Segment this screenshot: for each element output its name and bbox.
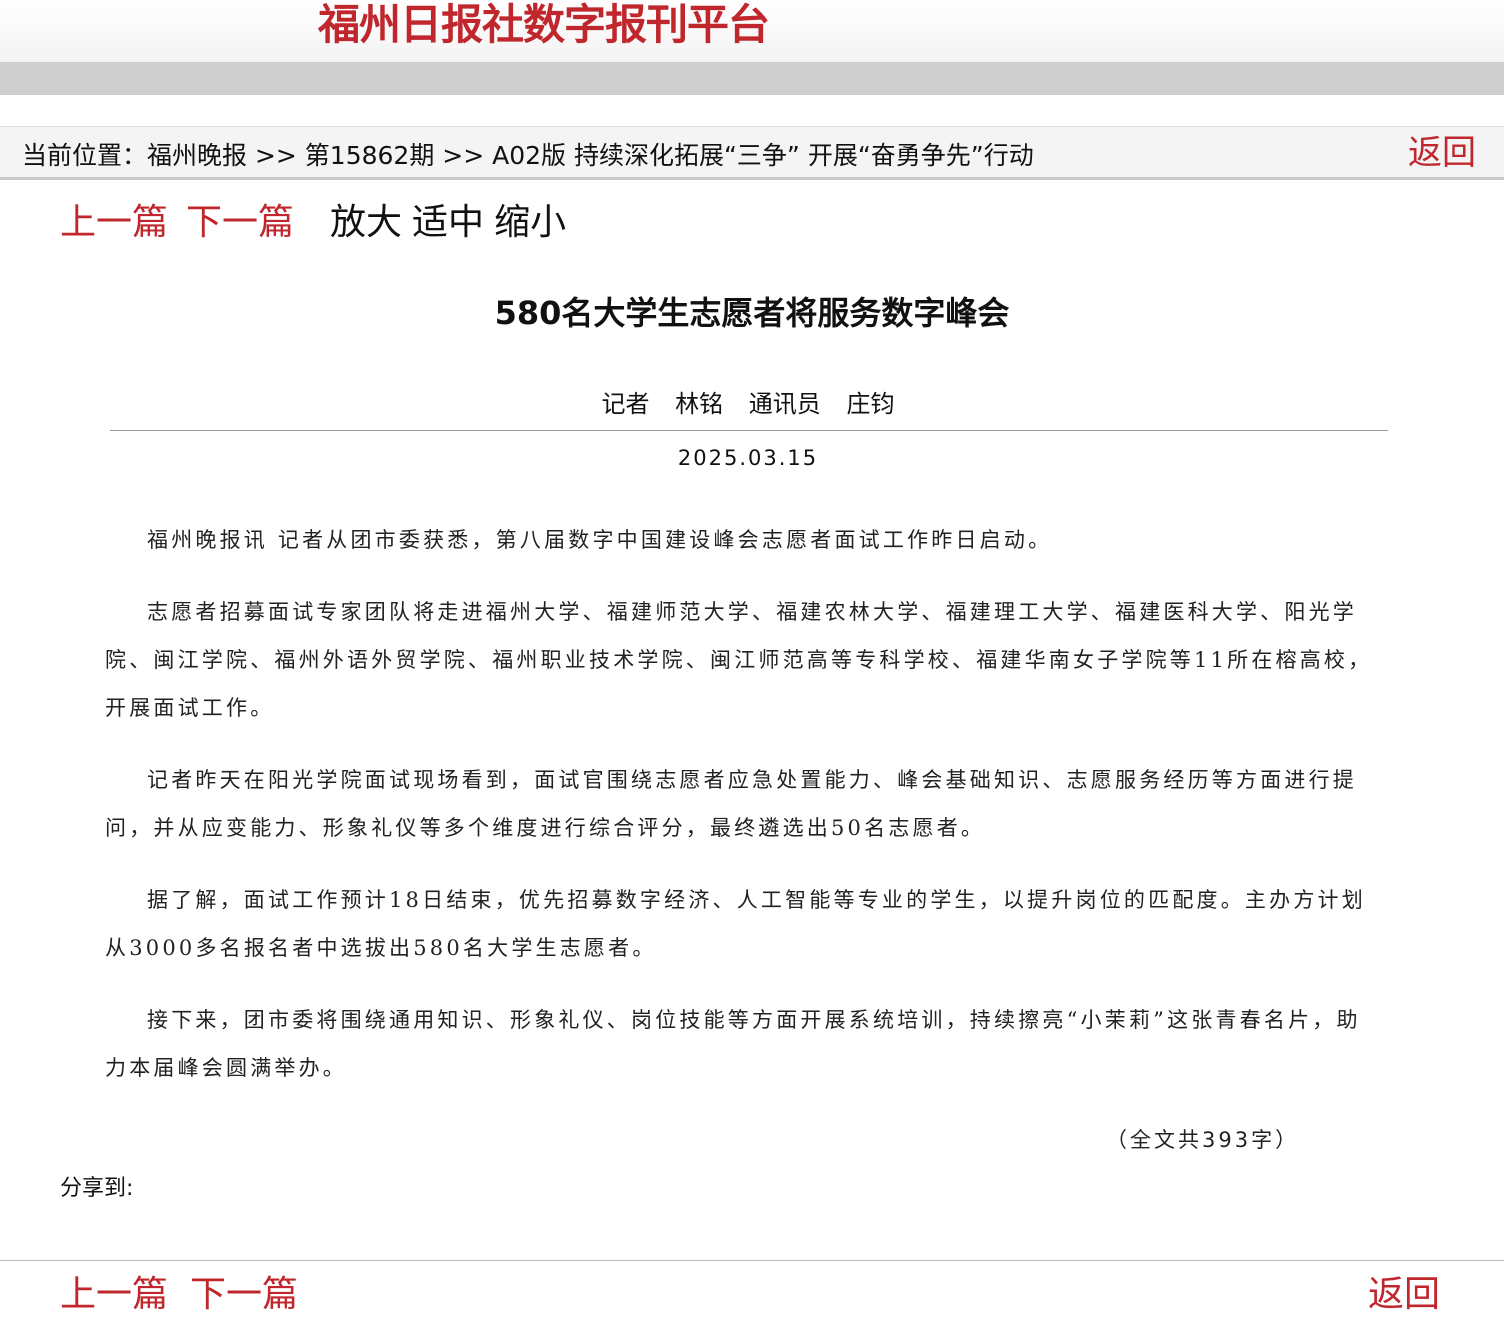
article-paragraph: 据了解，面试工作预计18日结束，优先招募数字经济、人工智能等专业的学生，以提升岗…: [105, 888, 1366, 960]
title-divider: [110, 430, 1388, 431]
site-logo[interactable]: 福州日报社数字报刊平台: [318, 0, 770, 50]
header-band: [0, 62, 1504, 95]
breadcrumb[interactable]: 当前位置：福州晚报 >> 第15862期 >> A02版 持续深化拓展“三争” …: [22, 139, 1034, 173]
prev-article-link[interactable]: 上一篇: [60, 202, 168, 243]
breadcrumb-bar: 当前位置：福州晚报 >> 第15862期 >> A02版 持续深化拓展“三争” …: [0, 126, 1504, 180]
footer-divider: [0, 1260, 1504, 1261]
article-byline: 记者 林铭 通讯员 庄钧: [601, 390, 895, 418]
article-paragraph: 福州晚报讯 记者从团市委获悉，第八届数字中国建设峰会志愿者面试工作昨日启动。: [147, 528, 1053, 552]
zoom-fit-link[interactable]: 适中: [412, 202, 484, 243]
article-paragraph: 记者昨天在阳光学院面试现场看到，面试官围绕志愿者应急处置能力、峰会基础知识、志愿…: [105, 768, 1357, 840]
back-link[interactable]: 返回: [1408, 133, 1476, 173]
site-header: 福州日报社数字报刊平台: [0, 0, 1504, 62]
article-date: 2025.03.15: [677, 446, 819, 470]
footer-next-article-link[interactable]: 下一篇: [190, 1274, 298, 1315]
next-article-link[interactable]: 下一篇: [186, 202, 294, 243]
share-label: 分享到:: [60, 1176, 134, 1201]
article-paragraph: 志愿者招募面试专家团队将走进福州大学、福建师范大学、福建农林大学、福建理工大学、…: [105, 600, 1373, 720]
article-toolbar: 上一篇 下一篇 放大 适中 缩小: [60, 198, 576, 248]
footer-back-link[interactable]: 返回: [1368, 1270, 1440, 1320]
article-paragraph: 接下来，团市委将围绕通用知识、形象礼仪、岗位技能等方面开展系统培训，持续擦亮“小…: [105, 1008, 1361, 1080]
word-count: （全文共393字）: [1106, 1128, 1300, 1152]
zoom-in-link[interactable]: 放大: [330, 202, 402, 243]
zoom-out-link[interactable]: 缩小: [494, 202, 566, 243]
footer-prev-article-link[interactable]: 上一篇: [60, 1274, 168, 1315]
footer-nav: 上一篇 下一篇: [60, 1270, 320, 1320]
article-body: 福州晚报讯 记者从团市委获悉，第八届数字中国建设峰会志愿者面试工作昨日启动。 志…: [105, 516, 1375, 1116]
article-title: 580名大学生志愿者将服务数字峰会: [494, 294, 1010, 332]
